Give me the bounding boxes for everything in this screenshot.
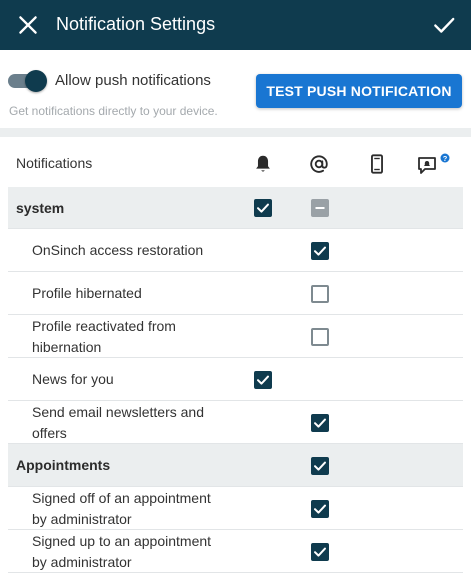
notification-label: Profile reactivated from hibernation [32, 318, 176, 355]
notification-label: Signed up to an appointment by administr… [32, 533, 212, 570]
group-row: Appointments [8, 444, 463, 487]
checkbox-unchecked[interactable] [311, 285, 329, 303]
mobile-phone-icon [371, 154, 383, 174]
page-title: Notification Settings [56, 14, 216, 34]
section-divider [0, 128, 471, 137]
checkbox-checked[interactable] [254, 371, 272, 389]
app-header: Notification Settings [0, 0, 471, 50]
push-toggle-label: Allow push notifications [55, 72, 211, 89]
notification-label: News for you [32, 371, 114, 387]
check-icon[interactable] [431, 12, 457, 38]
checkbox-checked[interactable] [311, 457, 329, 475]
table-row: News for you [8, 358, 463, 401]
notification-label: Signed off of an appointment by administ… [32, 490, 211, 527]
table-row: Profile reactivated from hibernation [8, 315, 463, 358]
checkbox-indeterminate[interactable] [311, 199, 329, 217]
at-sign-icon [310, 155, 328, 173]
notification-label: Send email newsletters and offers [32, 404, 204, 441]
group-label: Appointments [16, 457, 111, 473]
test-push-button[interactable]: TEST PUSH NOTIFICATION [256, 74, 462, 108]
push-subtitle: Get notifications directly to your devic… [9, 104, 218, 118]
close-icon[interactable] [15, 12, 41, 38]
table-row: Signed off of an appointment by administ… [8, 487, 463, 530]
checkbox-unchecked[interactable] [311, 328, 329, 346]
checkbox-checked[interactable] [311, 500, 329, 518]
group-label: system [16, 200, 65, 216]
group-row: system [8, 187, 463, 229]
notification-label: Profile hibernated [32, 285, 142, 301]
table-row: Signed up to an appointment by administr… [8, 530, 463, 573]
notification-label: OnSinch access restoration [32, 242, 204, 258]
checkbox-checked[interactable] [311, 414, 329, 432]
table-header: Notifications ? [0, 137, 471, 187]
column-header-notifications: Notifications [16, 155, 93, 171]
checkbox-checked[interactable] [254, 199, 272, 217]
push-settings: Allow push notifications Get notificatio… [0, 50, 471, 128]
push-toggle[interactable] [8, 69, 47, 92]
toggle-knob [25, 70, 47, 92]
table-row: OnSinch access restoration [8, 229, 463, 272]
notification-table: system OnSinch access restoration Profile … [8, 187, 463, 573]
chat-help-icon: ? [418, 153, 450, 174]
checkbox-checked[interactable] [311, 242, 329, 260]
table-row: Send email newsletters and offers [8, 401, 463, 444]
svg-text:?: ? [443, 154, 448, 163]
table-row: Profile hibernated [8, 272, 463, 315]
checkbox-checked[interactable] [311, 543, 329, 561]
bell-icon [256, 155, 270, 172]
